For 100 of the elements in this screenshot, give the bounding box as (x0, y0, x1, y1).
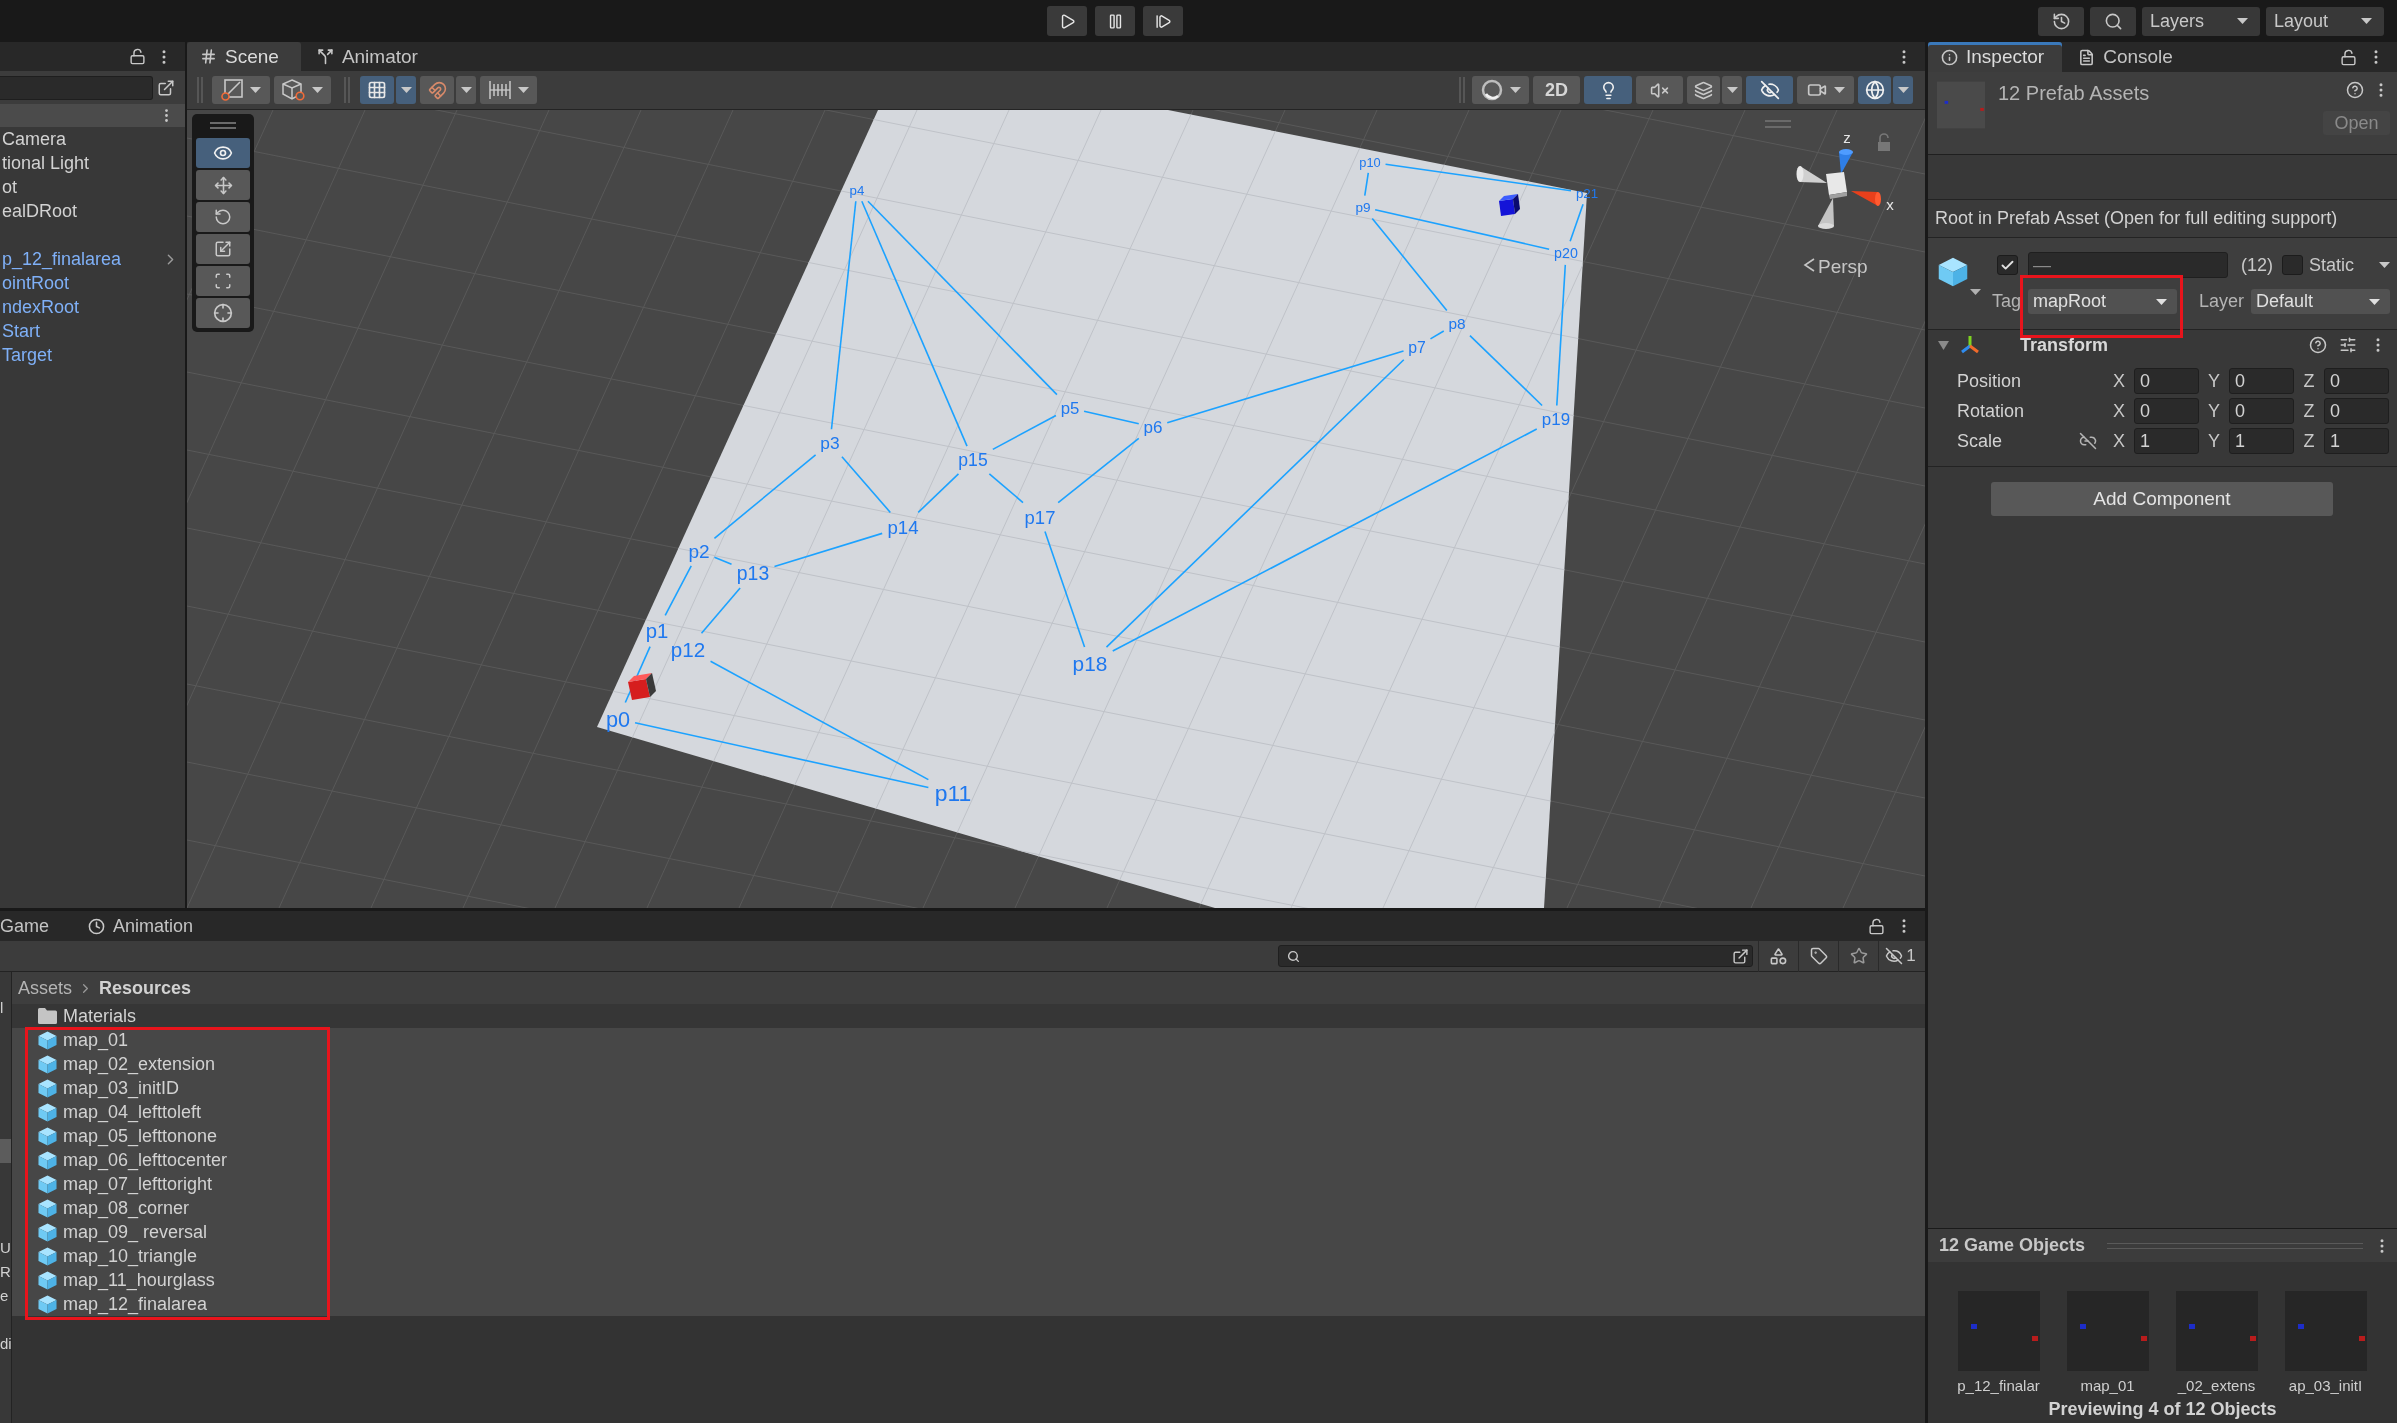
asset-row[interactable]: map_03_initID (12, 1076, 1925, 1100)
search-field[interactable] (1278, 945, 1753, 967)
help-icon[interactable] (2309, 336, 2327, 354)
toolbar-button[interactable] (420, 76, 454, 104)
asset-row[interactable]: map_09_ reversal (12, 1220, 1925, 1244)
shapes-icon[interactable] (1769, 946, 1788, 966)
hierarchy-item[interactable]: tional Light (2, 152, 90, 174)
grip-icon[interactable] (344, 77, 350, 103)
dropdown-button[interactable] (456, 76, 476, 104)
grip-icon[interactable] (1459, 77, 1465, 103)
search-button[interactable] (2090, 6, 2136, 36)
toolbar-button[interactable] (1687, 76, 1720, 104)
asset-row[interactable]: map_01 (12, 1028, 1925, 1052)
toolbar-button[interactable] (1472, 76, 1529, 104)
panel-tab[interactable]: Game (0, 911, 73, 941)
step-button[interactable] (1143, 6, 1183, 36)
hierarchy-item[interactable]: p_12_finalarea (2, 248, 122, 270)
breadcrumb-link[interactable]: Assets (18, 977, 73, 999)
hierarchy-item[interactable]: Start (2, 320, 40, 342)
asset-row[interactable]: map_10_triangle (12, 1244, 1925, 1268)
breadcrumb-link[interactable]: Resources (99, 977, 192, 999)
number-field[interactable]: 0 (2134, 398, 2199, 424)
hierarchy-item[interactable]: ointRoot (2, 272, 70, 294)
hierarchy-item[interactable]: Target (2, 344, 53, 366)
dropdown-button[interactable]: Layout (2266, 6, 2384, 36)
number-field[interactable]: 1 (2229, 428, 2294, 454)
folder-tree-item[interactable]: di (0, 1331, 11, 1355)
grip-icon[interactable] (1764, 120, 1792, 128)
hierarchy-item[interactable]: ndexRoot (2, 296, 80, 318)
panel-tab[interactable]: Animator (303, 42, 440, 71)
tool-button[interactable] (196, 138, 250, 168)
hierarchy-item[interactable]: Camera (2, 128, 67, 150)
folder-tree-item[interactable]: e (0, 1283, 11, 1307)
checkbox[interactable] (2282, 255, 2303, 275)
add-component-button[interactable]: Add Component (1991, 482, 2333, 516)
eye-slash-icon[interactable] (1885, 947, 1904, 965)
dropdown-button[interactable] (1722, 76, 1742, 104)
number-field[interactable]: 0 (2324, 398, 2389, 424)
number-field[interactable]: 1 (2134, 428, 2199, 454)
popout-icon[interactable] (1732, 947, 1749, 965)
sliders-icon[interactable] (2339, 336, 2357, 354)
dropdown-button[interactable]: Layers (2142, 6, 2260, 36)
asset-row[interactable]: map_11_hourglass (12, 1268, 1925, 1292)
toolbar-button[interactable] (1746, 76, 1793, 104)
asset-row[interactable]: map_05_lefttonone (12, 1124, 1925, 1148)
asset-row[interactable]: map_12_finalarea (12, 1292, 1925, 1316)
number-field[interactable]: 0 (2229, 368, 2294, 394)
play-button[interactable] (1047, 6, 1087, 36)
hierarchy-item[interactable]: ot (2, 176, 17, 198)
dropdown-button[interactable] (1893, 76, 1913, 104)
number-field[interactable]: 1 (2324, 428, 2389, 454)
toolbar-button[interactable] (360, 76, 394, 104)
orientation-gizmo[interactable] (1796, 149, 1881, 229)
asset-row[interactable]: map_08_corner (12, 1196, 1925, 1220)
expand-triangle-icon[interactable] (1938, 339, 1949, 351)
tag-dropdown[interactable]: mapRoot (2028, 289, 2178, 314)
tag-icon[interactable] (1809, 947, 1828, 965)
help-icon[interactable] (2346, 81, 2364, 99)
padlock-icon[interactable] (2340, 48, 2357, 66)
toolbar-button[interactable] (274, 76, 331, 104)
search-field[interactable] (0, 75, 153, 100)
grip-icon[interactable] (210, 121, 236, 129)
toolbar-button[interactable]: 2D (1533, 76, 1580, 104)
folder-tree-item[interactable]: U (0, 1235, 11, 1259)
toolbar-button[interactable] (212, 76, 270, 104)
asset-row[interactable]: map_04_lefttoleft (12, 1100, 1925, 1124)
tool-button[interactable] (196, 170, 250, 200)
toolbar-button[interactable] (1584, 76, 1632, 104)
number-field[interactable]: 0 (2324, 368, 2389, 394)
asset-row[interactable]: map_06_lefttocenter (12, 1148, 1925, 1172)
layer-dropdown[interactable]: Default (2251, 289, 2390, 314)
scene-viewport[interactable]: z p10 p4 p9 p21 x p20 Persp p8 p7 p3 p15 p5 p6 p19 p14 p17 p2 p13 p1 p12 p18 p0 p11 (187, 110, 1925, 908)
broken-link-icon[interactable] (2079, 432, 2097, 450)
star-icon[interactable] (1849, 947, 1868, 965)
panel-tab[interactable]: Animation (75, 911, 217, 941)
toolbar-button[interactable] (1797, 76, 1854, 104)
dropdown-button[interactable] (396, 76, 416, 104)
panel-tab[interactable]: Console (2065, 42, 2187, 72)
history-button[interactable] (2038, 6, 2084, 36)
checkbox[interactable] (1997, 255, 2018, 275)
pause-button[interactable] (1095, 6, 1135, 36)
folder-tree-item[interactable]: l (0, 995, 11, 1019)
tool-button[interactable] (196, 202, 250, 232)
popout-icon[interactable] (157, 78, 175, 97)
tool-button[interactable] (196, 234, 250, 264)
name-field[interactable]: — (2028, 252, 2228, 278)
folder-tree-item[interactable]: R (0, 1259, 11, 1283)
hierarchy-item[interactable]: ealDRoot (2, 200, 78, 222)
padlock-icon[interactable] (129, 48, 146, 65)
toolbar-button[interactable] (1858, 76, 1891, 104)
projection-label[interactable]: Persp (1818, 255, 1868, 277)
toolbar-button[interactable] (1636, 76, 1683, 104)
tool-button[interactable] (196, 298, 250, 328)
panel-tab[interactable]: Inspector (1928, 42, 2063, 72)
component-header[interactable]: Transform (1928, 330, 2397, 360)
number-field[interactable]: 0 (2229, 398, 2294, 424)
asset-row[interactable]: map_07_lefttoright (12, 1172, 1925, 1196)
panel-tab[interactable]: Scene (187, 42, 301, 71)
number-field[interactable]: 0 (2134, 368, 2199, 394)
grip-icon[interactable] (197, 77, 203, 103)
